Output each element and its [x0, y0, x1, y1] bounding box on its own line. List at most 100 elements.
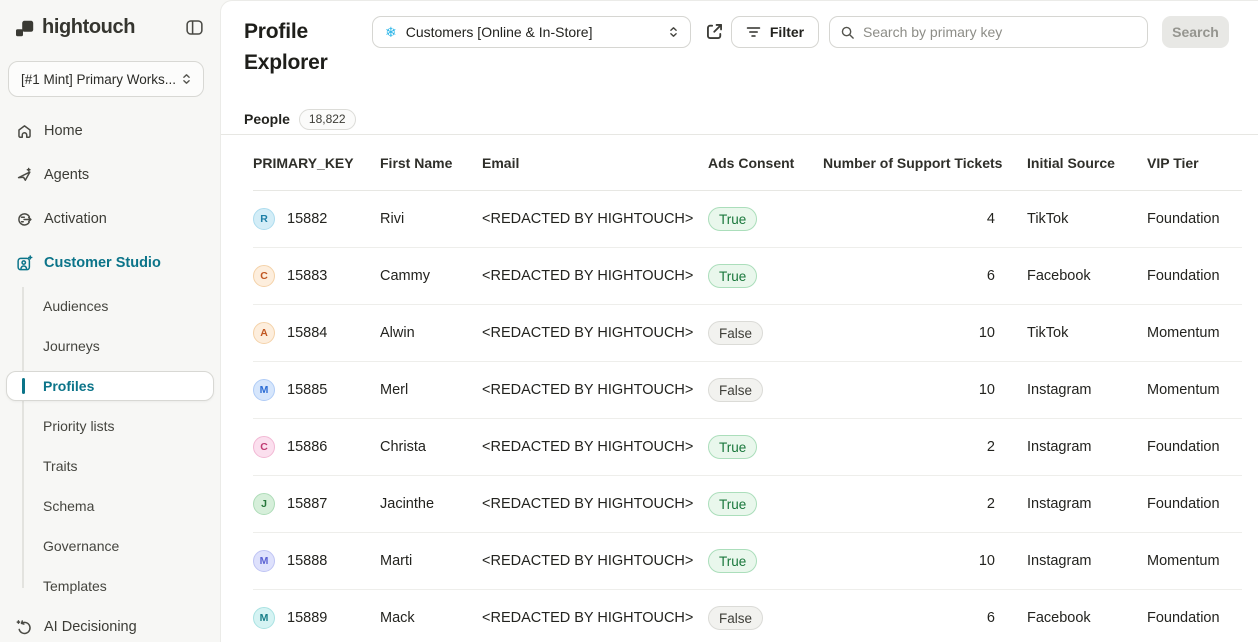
email-cell: <REDACTED BY HIGHTOUCH> [482, 211, 708, 227]
table-header-row: PRIMARY_KEY First Name Email Ads Consent… [253, 135, 1242, 191]
initial-source-cell: Instagram [1007, 382, 1147, 398]
sidebar-item-activation[interactable]: Activation [8, 203, 212, 235]
filter-button[interactable]: Filter [731, 16, 819, 48]
search-button[interactable]: Search [1162, 16, 1229, 48]
sidebar-item-label: Schema [43, 498, 94, 514]
first-name-cell: Cammy [380, 268, 482, 284]
sidebar-item-home[interactable]: Home [8, 115, 212, 147]
table-row[interactable]: M 15885 Merl <REDACTED BY HIGHTOUCH> Fal… [253, 362, 1242, 419]
support-tickets-cell: 6 [823, 268, 1007, 284]
ads-consent-cell: True [708, 549, 823, 573]
column-header-initial-source[interactable]: Initial Source [1007, 155, 1147, 171]
primary-key-value: 15883 [287, 268, 327, 284]
table-row[interactable]: M 15889 Mack <REDACTED BY HIGHTOUCH> Fal… [253, 590, 1242, 642]
column-header-first-name[interactable]: First Name [380, 155, 482, 171]
table-row[interactable]: A 15884 Alwin <REDACTED BY HIGHTOUCH> Fa… [253, 305, 1242, 362]
support-tickets-cell: 2 [823, 439, 1007, 455]
ads-consent-cell: False [708, 606, 823, 630]
primary-key-cell: J 15887 [253, 493, 380, 515]
column-header-support-tickets[interactable]: Number of Support Tickets [823, 155, 1007, 171]
sidebar-item-agents[interactable]: Agents [8, 159, 212, 191]
sidebar-item-traits[interactable]: Traits [8, 451, 212, 481]
ads-consent-badge: True [708, 435, 757, 459]
avatar: R [253, 208, 275, 230]
initial-source-cell: TikTok [1007, 325, 1147, 341]
ads-consent-cell: True [708, 492, 823, 516]
vip-tier-cell: Foundation [1147, 496, 1242, 512]
email-cell: <REDACTED BY HIGHTOUCH> [482, 553, 708, 569]
sidebar-collapse-icon[interactable] [183, 16, 206, 39]
sidebar-item-ai-decisioning[interactable]: AI Decisioning [8, 611, 212, 642]
primary-key-cell: C 15883 [253, 265, 380, 287]
column-header-primary-key[interactable]: PRIMARY_KEY [253, 155, 380, 171]
primary-key-cell: M 15889 [253, 607, 380, 629]
sidebar-item-governance[interactable]: Governance [8, 531, 212, 561]
sidebar: hightouch [#1 Mint] Primary Works... Hom… [0, 0, 220, 642]
first-name-cell: Jacinthe [380, 496, 482, 512]
activation-icon [16, 211, 33, 228]
search-input[interactable] [863, 24, 1137, 40]
ads-consent-cell: True [708, 264, 823, 288]
avatar: J [253, 493, 275, 515]
ads-consent-badge: True [708, 492, 757, 516]
column-header-email[interactable]: Email [482, 155, 708, 171]
table-row[interactable]: J 15887 Jacinthe <REDACTED BY HIGHTOUCH>… [253, 476, 1242, 533]
tab-people[interactable]: People [244, 111, 290, 127]
support-tickets-cell: 6 [823, 610, 1007, 626]
primary-key-value: 15884 [287, 325, 327, 341]
snowflake-icon: ❄ [385, 25, 397, 39]
avatar: C [253, 436, 275, 458]
initial-source-cell: TikTok [1007, 211, 1147, 227]
agents-icon [16, 167, 33, 184]
logo-row: hightouch [0, 0, 220, 40]
sidebar-item-audiences[interactable]: Audiences [8, 291, 212, 321]
ads-consent-cell: True [708, 435, 823, 459]
sidebar-item-templates[interactable]: Templates [8, 571, 212, 601]
table-body: R 15882 Rivi <REDACTED BY HIGHTOUCH> Tru… [253, 191, 1242, 642]
sidebar-item-priority-lists[interactable]: Priority lists [8, 411, 212, 441]
support-tickets-cell: 2 [823, 496, 1007, 512]
sidebar-item-label: Priority lists [43, 418, 115, 434]
sidebar-item-label: Profiles [43, 378, 94, 394]
sidebar-item-profiles[interactable]: Profiles [6, 371, 214, 401]
dataset-selector-value: Customers [Online & In-Store] [406, 24, 593, 40]
column-header-ads-consent[interactable]: Ads Consent [708, 155, 823, 171]
vip-tier-cell: Foundation [1147, 610, 1242, 626]
page-title: Profile Explorer [244, 16, 357, 78]
ads-consent-cell: False [708, 321, 823, 345]
primary-key-cell: M 15885 [253, 379, 380, 401]
avatar: A [253, 322, 275, 344]
open-external-icon[interactable] [704, 21, 725, 42]
table-row[interactable]: R 15882 Rivi <REDACTED BY HIGHTOUCH> Tru… [253, 191, 1242, 248]
sidebar-item-journeys[interactable]: Journeys [8, 331, 212, 361]
sidebar-item-label: AI Decisioning [44, 619, 137, 635]
page-header: Profile Explorer ❄ Customers [Online & I… [221, 1, 1258, 104]
email-cell: <REDACTED BY HIGHTOUCH> [482, 325, 708, 341]
tab-bar: People 18,822 [221, 104, 1258, 135]
sidebar-item-label: Journeys [43, 338, 100, 354]
sidebar-item-schema[interactable]: Schema [8, 491, 212, 521]
email-cell: <REDACTED BY HIGHTOUCH> [482, 496, 708, 512]
people-count-badge: 18,822 [299, 109, 356, 130]
table-row[interactable]: C 15883 Cammy <REDACTED BY HIGHTOUCH> Tr… [253, 248, 1242, 305]
filter-lines-icon [746, 25, 761, 39]
dataset-selector[interactable]: ❄ Customers [Online & In-Store] [372, 16, 691, 48]
ads-consent-badge: False [708, 606, 763, 630]
chevron-updown-icon [667, 25, 680, 39]
first-name-cell: Merl [380, 382, 482, 398]
column-header-vip-tier[interactable]: VIP Tier [1147, 155, 1242, 171]
sidebar-item-label: Audiences [43, 298, 108, 314]
sidebar-item-label: Traits [43, 458, 77, 474]
sidebar-item-label: Governance [43, 538, 119, 554]
first-name-cell: Christa [380, 439, 482, 455]
email-cell: <REDACTED BY HIGHTOUCH> [482, 268, 708, 284]
logo-text: hightouch [42, 16, 135, 39]
sidebar-item-customer-studio[interactable]: Customer Studio [8, 247, 212, 279]
ads-consent-cell: True [708, 207, 823, 231]
workspace-selector[interactable]: [#1 Mint] Primary Works... [8, 61, 204, 97]
email-cell: <REDACTED BY HIGHTOUCH> [482, 610, 708, 626]
table-row[interactable]: C 15886 Christa <REDACTED BY HIGHTOUCH> … [253, 419, 1242, 476]
support-tickets-cell: 10 [823, 325, 1007, 341]
table-row[interactable]: M 15888 Marti <REDACTED BY HIGHTOUCH> Tr… [253, 533, 1242, 590]
search-box [829, 16, 1148, 48]
